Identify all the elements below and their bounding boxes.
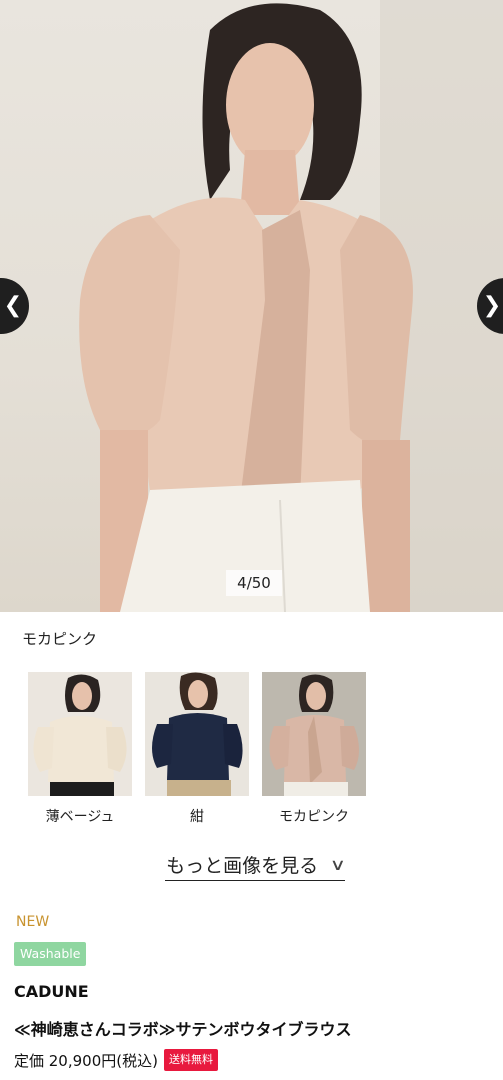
swatch-label: 紺: [190, 809, 204, 825]
image-counter: 4/50: [226, 570, 282, 596]
color-swatch-beige[interactable]: 薄ベージュ: [28, 672, 132, 826]
model-photo: [79, 0, 503, 612]
chevron-down-icon: ∨: [329, 854, 347, 874]
selected-color-name: モカピンク: [22, 630, 98, 648]
swatch-thumbnail: [145, 672, 249, 796]
more-images-label: もっと画像を見る: [166, 854, 319, 877]
new-label: NEW: [16, 914, 50, 930]
swatch-label: 薄ベージュ: [45, 809, 115, 825]
chevron-left-icon: ❮: [3, 293, 23, 318]
price-row: 定価 20,900円(税込) 送料無料: [14, 1049, 218, 1071]
color-swatch-mocha-pink[interactable]: モカピンク: [262, 672, 366, 826]
swatch-thumbnail: [262, 672, 366, 796]
washable-tag: Washable: [14, 942, 87, 966]
product-main-image[interactable]: ❮ ❯ 4/50: [0, 0, 503, 612]
color-swatch-navy[interactable]: 紺: [145, 672, 249, 826]
price: 定価 20,900円(税込): [14, 1051, 158, 1070]
chevron-right-icon: ❯: [482, 293, 502, 318]
swatch-label: モカピンク: [279, 809, 349, 825]
brand-name[interactable]: CADUNE: [14, 982, 89, 1001]
product-title: ≪神崎恵さんコラボ≫サテンボウタイブラウス: [14, 1020, 352, 1039]
more-images-link[interactable]: もっと画像を見る ∨: [165, 848, 347, 881]
free-shipping-badge: 送料無料: [163, 1049, 218, 1071]
swatch-thumbnail: [28, 672, 132, 796]
